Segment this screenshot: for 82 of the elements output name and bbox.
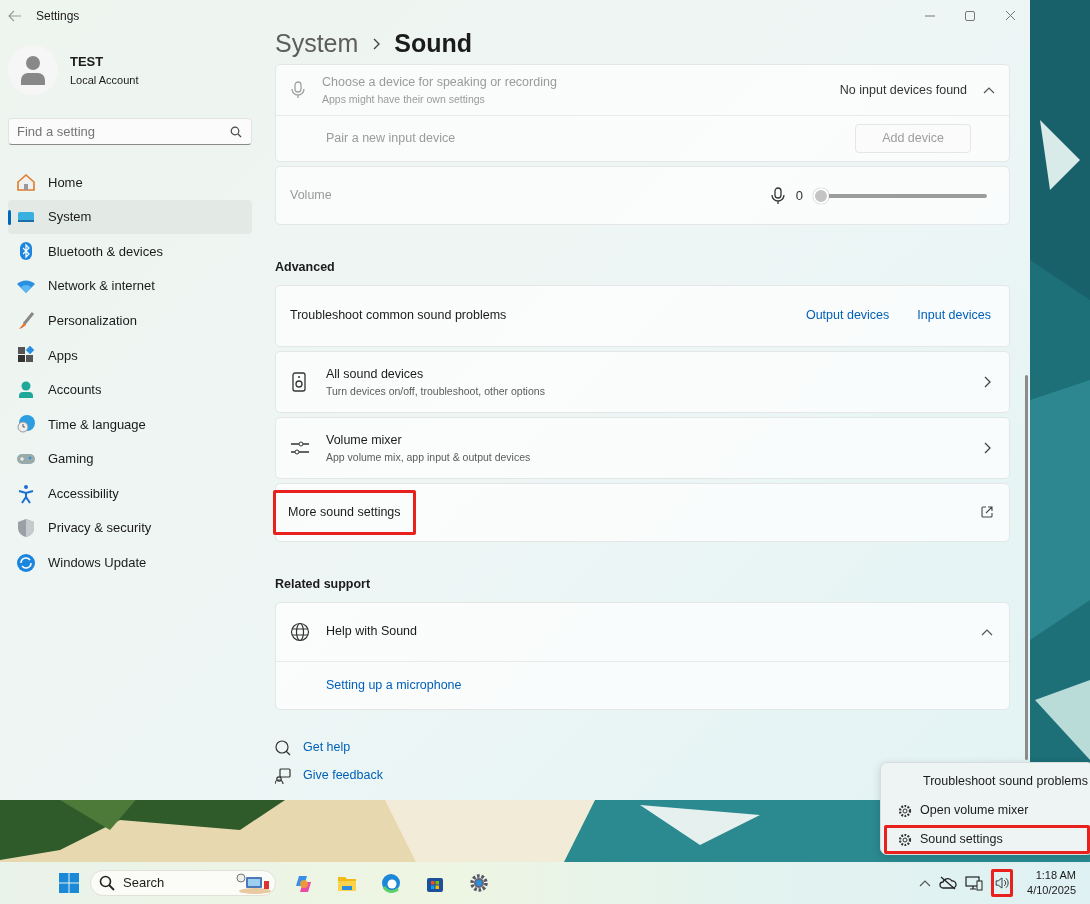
page-title: Sound [394, 28, 473, 60]
nav-item[interactable]: Privacy & security [8, 510, 252, 546]
help-chat-icon [275, 739, 291, 756]
link[interactable]: Give feedback [303, 766, 383, 785]
microphone-icon [290, 81, 306, 99]
setting-description: App volume mix, app input & output devices [326, 449, 532, 465]
menu-item[interactable]: Open volume mixer [884, 796, 1090, 825]
link[interactable]: Output devices [805, 306, 890, 326]
setting-card[interactable]: More sound settings [275, 482, 1010, 542]
taskbar-search[interactable]: Search [90, 870, 276, 896]
start-icon[interactable] [58, 872, 80, 894]
nav-item[interactable]: Bluetooth & devices [8, 234, 252, 269]
nav-item[interactable]: Network & internet [8, 268, 252, 304]
volume-reading: 0 [795, 186, 803, 205]
back-icon[interactable] [8, 10, 22, 22]
setting-card[interactable]: All sound devices Turn devices on/off, troubleshoot, other options [275, 350, 1010, 413]
globe-clock-icon [16, 414, 36, 435]
globe-icon [290, 621, 310, 642]
setting-description: Turn devices on/off, troubleshoot, other options [326, 383, 546, 399]
chevron-up-icon[interactable] [981, 627, 993, 636]
setting-card[interactable]: Help with Sound Setting up a microphone [275, 601, 1010, 710]
laptop-drawing [235, 872, 271, 894]
shield-icon [16, 518, 36, 539]
external-link-icon[interactable] [981, 506, 993, 519]
setting-label: Volume [290, 187, 333, 205]
setting-title: Volume mixer [326, 433, 402, 447]
setting-title: Troubleshoot common sound problems [290, 307, 508, 325]
nav-item[interactable]: Windows Update [8, 545, 252, 581]
setting-title: All sound devices [326, 367, 424, 381]
volume-icon[interactable] [991, 869, 1014, 897]
nav-item[interactable]: Personalization [8, 303, 252, 338]
breadcrumb-link[interactable]: System [275, 25, 359, 63]
link[interactable]: Input devices [917, 306, 991, 326]
account-type: Local Account [70, 72, 139, 88]
home-icon [16, 172, 36, 193]
chevron-right-icon [372, 38, 381, 50]
link[interactable]: Setting up a microphone [326, 675, 462, 695]
scrollbar[interactable] [1025, 375, 1028, 760]
update-icon [16, 552, 36, 573]
setting-title: More sound settings [273, 489, 416, 535]
nav-item[interactable]: System [8, 199, 252, 235]
status-text: No input devices found [839, 81, 967, 99]
gear-icon[interactable] [469, 873, 489, 893]
nav-item[interactable]: Gaming [8, 441, 252, 477]
setting-title: Choose a device for speaking or recording [322, 73, 558, 91]
chevron-right-icon[interactable] [983, 441, 991, 454]
account-name: TEST [70, 53, 105, 71]
nav-item[interactable]: Home [8, 165, 252, 200]
setting-title: Help with Sound [326, 623, 419, 641]
chevron-right-icon[interactable] [983, 375, 991, 388]
search-icon [99, 875, 115, 891]
network-monitor-icon[interactable] [965, 875, 984, 891]
search-icon [230, 126, 242, 138]
cloud-off-icon[interactable] [939, 876, 958, 890]
nav-item[interactable]: Accounts [8, 372, 252, 408]
setting-description: Apps might have their own settings [322, 91, 486, 107]
section-heading: Related support [275, 575, 372, 593]
clock[interactable]: 1:18 AM 4/10/2025 [1027, 868, 1076, 898]
clock-time: 1:18 AM [1034, 868, 1076, 883]
window-title: Settings [36, 8, 80, 25]
nav-item[interactable]: Time & language [8, 407, 252, 442]
show-hidden-icons-icon[interactable] [919, 879, 932, 887]
avatar [8, 45, 58, 95]
person-icon [16, 379, 36, 400]
copilot-icon[interactable] [293, 873, 313, 893]
menu-item[interactable]: Sound settings [884, 825, 1090, 854]
gear-icon [898, 832, 912, 847]
section-heading: Advanced [275, 259, 336, 276]
nav-item[interactable]: Accessibility [8, 476, 252, 511]
microphone-icon [769, 186, 786, 205]
search-field[interactable]: Find a setting [8, 118, 252, 145]
setting-card[interactable]: Volume mixer App volume mix, app input & output devices [275, 416, 1010, 479]
nav-item[interactable]: Apps [8, 337, 252, 373]
menu-item[interactable]: Troubleshoot sound problems [884, 767, 1090, 796]
feedback-icon [275, 767, 291, 784]
setting-label: Pair a new input device [326, 130, 456, 148]
brush-icon [16, 310, 36, 331]
accessibility-icon [16, 483, 36, 504]
clock-date: 4/10/2025 [1027, 883, 1076, 898]
gear-icon [898, 803, 912, 818]
link[interactable]: Get help [303, 738, 351, 757]
browser-icon[interactable] [381, 873, 401, 893]
